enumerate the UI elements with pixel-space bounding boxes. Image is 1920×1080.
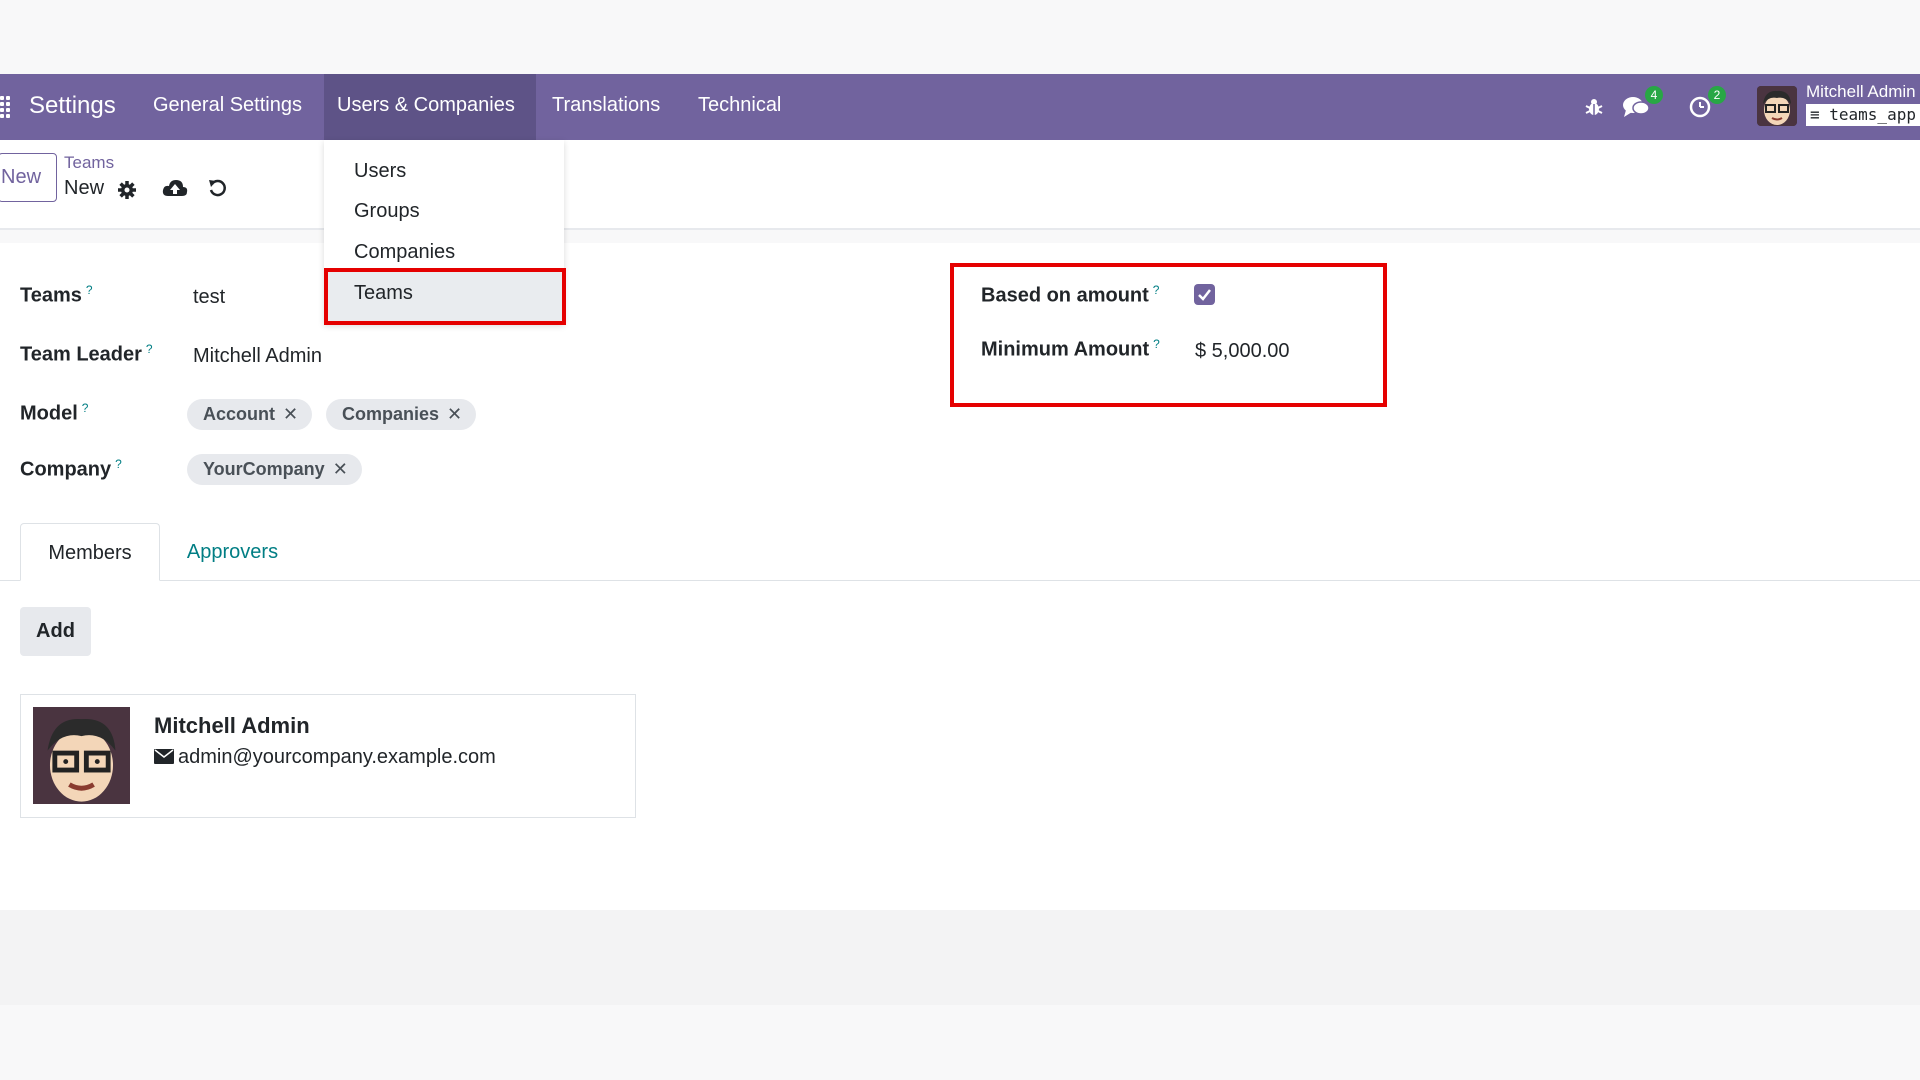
panel-divider [0, 228, 1920, 230]
avatar [33, 707, 130, 804]
model-label: Model? [20, 401, 89, 425]
bug-icon[interactable] [1583, 96, 1605, 118]
tab-approvers[interactable]: Approvers [160, 523, 305, 581]
member-email: admin@yourcompany.example.com [154, 746, 496, 769]
model-tag-companies[interactable]: Companies ✕ [326, 399, 477, 430]
menu-users-companies[interactable]: Users & Companies [337, 94, 515, 117]
top-navbar: Settings General Settings Users & Compan… [0, 74, 1920, 140]
member-card[interactable]: Mitchell Admin admin@yourcompany.example… [20, 694, 636, 818]
breadcrumb-current: New [64, 177, 105, 199]
member-name: Mitchell Admin [154, 713, 310, 738]
close-icon[interactable]: ✕ [447, 404, 462, 424]
control-panel [0, 140, 1920, 228]
close-icon[interactable]: ✕ [283, 404, 298, 424]
minimum-amount-input[interactable]: $ 5,000.00 [1195, 340, 1290, 363]
team-leader-label: Team Leader? [20, 342, 153, 366]
apps-menu-icon[interactable] [0, 96, 14, 118]
activity-badge: 2 [1708, 86, 1726, 104]
envelope-icon [154, 749, 174, 764]
breadcrumb-teams[interactable]: Teams [64, 153, 114, 173]
database-name: ≡ teams_app [1806, 104, 1920, 126]
close-icon[interactable]: ✕ [333, 459, 348, 479]
model-tag-account[interactable]: Account ✕ [187, 399, 313, 430]
cloud-upload-icon[interactable] [162, 177, 188, 199]
add-member-button[interactable]: Add [20, 607, 91, 656]
teams-highlight-box [324, 268, 566, 325]
dropdown-item-users[interactable]: Users [354, 160, 406, 183]
app-brand[interactable]: Settings [29, 92, 116, 120]
chatter-area [0, 910, 1920, 1005]
team-leader-input[interactable]: Mitchell Admin [193, 345, 322, 368]
menu-translations[interactable]: Translations [552, 94, 660, 117]
teams-label: Teams? [20, 283, 93, 307]
teams-input[interactable]: test [193, 286, 225, 309]
menu-technical[interactable]: Technical [698, 94, 781, 117]
tab-members[interactable]: Members [20, 523, 160, 581]
new-button[interactable]: New [0, 153, 57, 202]
discard-icon[interactable] [207, 177, 229, 199]
user-avatar[interactable] [1757, 86, 1797, 126]
minimum-amount-label: Minimum Amount? [981, 337, 1160, 361]
dropdown-item-companies[interactable]: Companies [354, 241, 455, 264]
based-on-amount-checkbox[interactable] [1194, 284, 1215, 305]
based-on-amount-label: Based on amount? [981, 283, 1160, 307]
chat-badge: 4 [1645, 86, 1663, 104]
gear-icon[interactable] [117, 180, 137, 200]
company-label: Company? [20, 457, 122, 481]
user-name[interactable]: Mitchell Admin [1806, 82, 1916, 102]
company-tag-yourcompany[interactable]: YourCompany ✕ [187, 454, 362, 485]
menu-general-settings[interactable]: General Settings [153, 94, 302, 117]
dropdown-item-groups[interactable]: Groups [354, 200, 420, 223]
